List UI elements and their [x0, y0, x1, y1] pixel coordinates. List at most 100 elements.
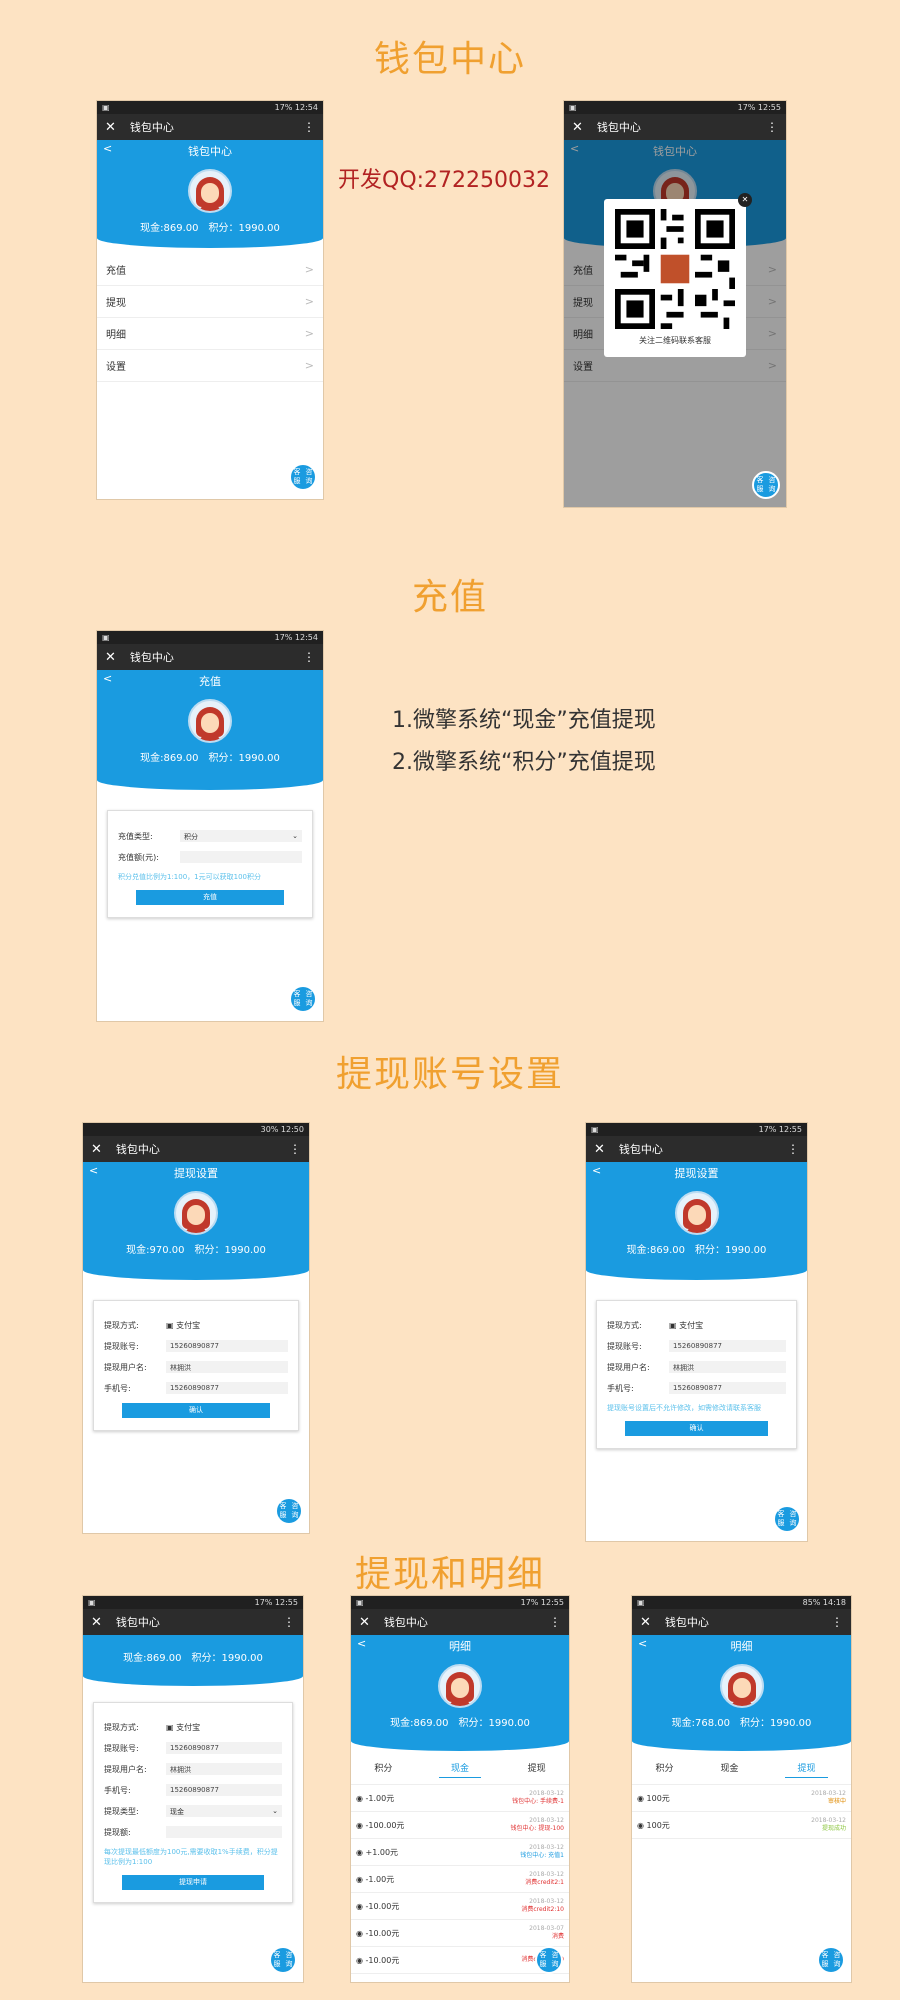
page-title: 明细: [730, 1640, 753, 1653]
close-icon[interactable]: ✕: [105, 120, 116, 135]
menu-item-settings[interactable]: 设置 >: [97, 350, 323, 382]
alipay-option[interactable]: ▣ 支付宝: [669, 1320, 703, 1331]
locked-hint: 提现账号设置后不允许修改，如需修改请联系客服: [607, 1404, 761, 1412]
back-icon[interactable]: <: [638, 1637, 647, 1650]
chevron-down-icon: ⌄: [292, 832, 298, 840]
title-bar: ✕ 钱包中心 ⋮: [97, 114, 323, 140]
more-icon[interactable]: ⋮: [283, 1615, 295, 1629]
phone-input: 15260890877: [669, 1382, 786, 1394]
more-icon[interactable]: ⋮: [303, 650, 315, 664]
wallet-hero: 现金:869.00 积分：1990.00: [83, 1635, 303, 1686]
window-title: 钱包中心: [115, 1143, 160, 1156]
record-memo: 审核中: [827, 1798, 846, 1805]
recharge-amount-label: 充值额(元):: [118, 852, 159, 862]
confirm-button[interactable]: 确认: [122, 1403, 270, 1418]
customer-service-button[interactable]: 客服 咨询: [269, 1946, 297, 1974]
qr-modal: ✕ 关注二维码联系客服: [604, 193, 752, 357]
status-bar: ▣ 17% 12:55: [564, 101, 786, 114]
coin-icon: ◉: [356, 1874, 366, 1884]
recharge-type-select[interactable]: 积分 ⌄: [180, 830, 302, 842]
back-icon[interactable]: <: [103, 142, 112, 155]
close-icon[interactable]: ✕: [572, 120, 583, 135]
status-bar: ▣ 17% 12:54: [97, 101, 323, 114]
record-memo: 提现成功: [821, 1825, 846, 1832]
points-balance: 积分：1990.00: [208, 223, 280, 234]
recharge-hint: 积分兑值比例为1:100，1元可以获取100积分: [118, 873, 261, 881]
close-icon[interactable]: ✕: [359, 1615, 370, 1630]
account-input[interactable]: 15260890877: [166, 1340, 288, 1352]
status-bar: 30% 12:50: [83, 1123, 309, 1136]
status-bar: ▣ 17% 12:55: [83, 1596, 303, 1609]
customer-service-button[interactable]: 客服 咨询: [275, 1497, 303, 1525]
cash-balance: 现金:869.00: [140, 223, 199, 234]
coin-icon: ◉: [356, 1847, 366, 1857]
withdraw-type-select[interactable]: 现金 ⌄: [166, 1805, 282, 1817]
coin-icon: ◉: [356, 1820, 366, 1830]
status-bar: ▣ 17% 12:54: [97, 631, 323, 644]
phone-input[interactable]: 15260890877: [166, 1382, 288, 1394]
close-icon[interactable]: ✕: [738, 193, 752, 207]
record-memo: 消费: [551, 1933, 564, 1940]
close-icon[interactable]: ✕: [594, 1142, 605, 1157]
more-icon[interactable]: ⋮: [303, 120, 315, 134]
avatar: [719, 1664, 764, 1708]
window-title: 钱包中心: [596, 121, 641, 134]
phone-withdraw-settings: 30% 12:50 ✕ 钱包中心 ⋮ < 提现设置 现金:970.00 积分：19…: [82, 1122, 310, 1534]
more-icon[interactable]: ⋮: [787, 1142, 799, 1156]
back-icon[interactable]: <: [103, 672, 112, 685]
record-memo: 消费credit2:1: [525, 1879, 564, 1886]
cash-record-list: ◉ -1.00元 2018-03-12 钱包中心: 手续费-1 ◉ -100.00元 2…: [351, 1785, 569, 1974]
alipay-option[interactable]: ▣ 支付宝: [166, 1722, 200, 1733]
back-icon[interactable]: <: [357, 1637, 366, 1650]
withdraw-apply-button[interactable]: 提现申请: [121, 1875, 265, 1890]
customer-service-button[interactable]: 客服 咨询: [289, 463, 317, 491]
close-icon[interactable]: ✕: [91, 1142, 102, 1157]
back-icon[interactable]: <: [89, 1164, 98, 1177]
close-icon[interactable]: ✕: [105, 650, 116, 665]
phone-qr-popup: ▣17% 12:55 ✕ 钱包中心 ⋮ < 钱包中心 现金:869.00积分：1…: [563, 100, 787, 508]
customer-service-button[interactable]: 客服 咨询: [752, 471, 780, 499]
phone-withdraw-details: ▣ 85% 14:18 ✕ 钱包中心 ⋮ < 明细 现金:768.00 积分：199…: [631, 1595, 852, 1983]
avatar: [174, 1191, 218, 1235]
points-balance: 积分：1990.00: [208, 753, 280, 764]
username-input[interactable]: 林拥洪: [166, 1361, 288, 1373]
back-icon[interactable]: <: [592, 1164, 601, 1177]
chevron-down-icon: ⌄: [272, 1807, 278, 1815]
tab-withdraw[interactable]: 提现: [528, 1761, 546, 1778]
recharge-amount-input[interactable]: [180, 851, 302, 863]
more-icon[interactable]: ⋮: [549, 1615, 561, 1629]
details-tabs: 积分 现金 提现: [351, 1751, 569, 1785]
withdraw-amount-input[interactable]: [166, 1826, 282, 1838]
confirm-button[interactable]: 确认: [624, 1421, 769, 1436]
record-amount: ◉ -10.00元: [356, 1955, 400, 1965]
tab-points[interactable]: 积分: [374, 1761, 392, 1778]
more-icon[interactable]: ⋮: [766, 120, 778, 134]
menu-item-recharge[interactable]: 充值 >: [97, 254, 323, 286]
close-icon[interactable]: ✕: [91, 1615, 102, 1630]
customer-service-button[interactable]: 客服 咨询: [535, 1946, 563, 1974]
sim-icon: ▣: [102, 633, 110, 642]
coin-icon: ◉: [637, 1820, 647, 1830]
tab-cash[interactable]: 现金: [720, 1761, 738, 1778]
section-title-account: 提现账号设置: [335, 1054, 564, 1095]
menu-item-withdraw[interactable]: 提现 >: [97, 286, 323, 318]
window-title: 钱包中心: [129, 651, 174, 664]
tab-withdraw[interactable]: 提现: [785, 1761, 828, 1778]
cash-balance: 现金:869.00: [123, 1653, 182, 1664]
customer-service-button[interactable]: 客服 咨询: [289, 985, 317, 1013]
feature-line-2: 2.微擎系统“积分”充值提现: [392, 750, 656, 775]
customer-service-button[interactable]: 客服 咨询: [773, 1505, 801, 1533]
close-icon[interactable]: ✕: [640, 1615, 651, 1630]
more-icon[interactable]: ⋮: [831, 1615, 843, 1629]
tab-cash[interactable]: 现金: [438, 1761, 481, 1778]
more-icon[interactable]: ⋮: [289, 1142, 301, 1156]
tab-points[interactable]: 积分: [655, 1761, 673, 1778]
menu-item-details[interactable]: 明细 >: [97, 318, 323, 350]
withdraw-settings-form: 提现方式: ▣ 支付宝 提现账号: 15260890877 提现用户名: 林拥洪 手机…: [93, 1300, 299, 1431]
customer-service-button[interactable]: 客服 咨询: [817, 1946, 845, 1974]
recharge-button[interactable]: 充值: [136, 890, 284, 905]
alipay-option[interactable]: ▣ 支付宝: [166, 1320, 200, 1331]
points-balance: 积分：1990.00: [458, 1718, 530, 1729]
record-row: ◉ -1.00元 2018-03-12 消费credit2:1: [351, 1866, 569, 1893]
details-tabs: 积分 现金 提现: [632, 1751, 851, 1785]
